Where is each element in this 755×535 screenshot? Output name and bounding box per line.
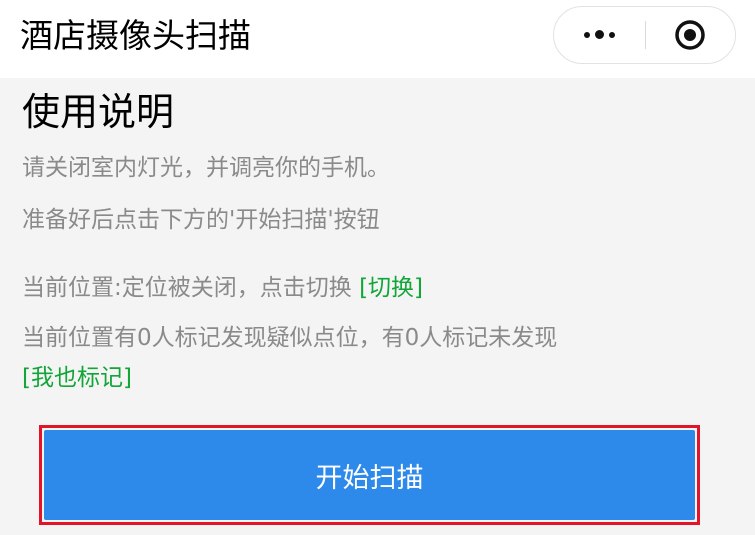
main-content: 使用说明 请关闭室内灯光，并调亮你的手机。 准备好后点击下方的'开始扫描'按钮 …: [0, 78, 755, 535]
switch-location-link[interactable]: [切换]: [359, 275, 423, 301]
more-dots-icon: [583, 31, 590, 38]
mini-program-capsule: [553, 6, 736, 64]
app-title: 酒店摄像头扫描: [20, 16, 251, 55]
start-scan-button[interactable]: 开始扫描: [44, 430, 695, 520]
target-circle-icon: [675, 20, 705, 50]
location-stats: 当前位置有0人标记发现疑似点位，有0人标记未发现: [22, 325, 558, 351]
mark-too-link[interactable]: [我也标记]: [22, 365, 132, 391]
instruction-line-2: 准备好后点击下方的'开始扫描'按钮: [22, 207, 380, 233]
instructions-heading: 使用说明: [22, 90, 175, 134]
mark-link-line: [我也标记]: [22, 360, 132, 396]
more-button[interactable]: [554, 7, 644, 62]
location-status: 当前位置:定位被关闭，点击切换 [切换]: [22, 270, 423, 306]
capsule-divider: [645, 21, 646, 49]
location-status-text: 当前位置:定位被关闭，点击切换: [22, 275, 360, 301]
more-dots-icon: [608, 31, 615, 38]
instruction-line-1: 请关闭室内灯光，并调亮你的手机。: [22, 155, 390, 181]
more-dots-icon: [594, 30, 604, 39]
title-bar: 酒店摄像头扫描: [0, 0, 755, 78]
close-button[interactable]: [674, 19, 706, 51]
scan-button-highlight: 开始扫描: [39, 425, 700, 525]
